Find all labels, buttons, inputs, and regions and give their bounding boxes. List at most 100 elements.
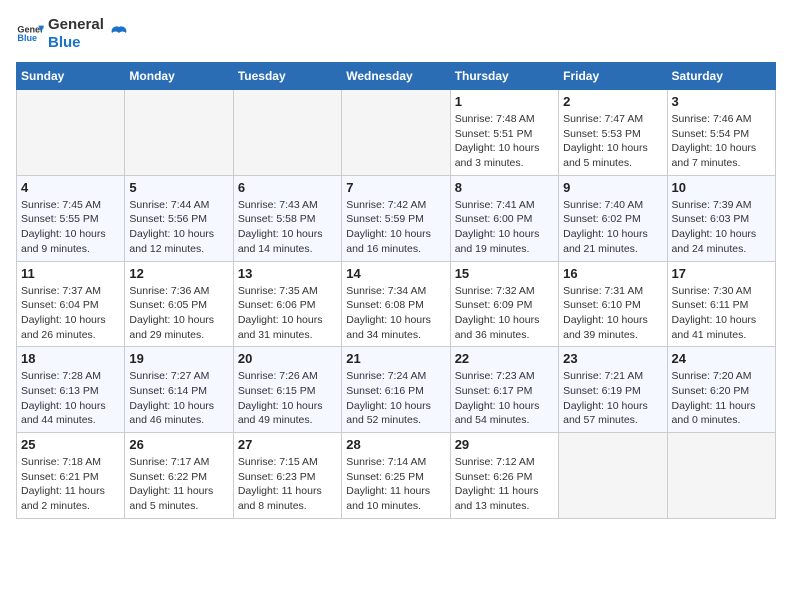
calendar-day-cell: 11 Sunrise: 7:37 AMSunset: 6:04 PMDayligh… (17, 261, 125, 347)
calendar-day-cell: 7 Sunrise: 7:42 AMSunset: 5:59 PMDaylight… (342, 175, 450, 261)
logo-bird-icon (108, 23, 130, 45)
day-number: 22 (455, 351, 554, 366)
day-number: 16 (563, 266, 662, 281)
calendar-day-cell: 17 Sunrise: 7:30 AMSunset: 6:11 PMDayligh… (667, 261, 775, 347)
day-info: Sunrise: 7:35 AMSunset: 6:06 PMDaylight:… (238, 284, 337, 343)
day-info: Sunrise: 7:40 AMSunset: 6:02 PMDaylight:… (563, 198, 662, 257)
calendar-day-cell: 24 Sunrise: 7:20 AMSunset: 6:20 PMDayligh… (667, 347, 775, 433)
calendar-day-cell: 28 Sunrise: 7:14 AMSunset: 6:25 PMDayligh… (342, 433, 450, 519)
calendar-day-cell: 6 Sunrise: 7:43 AMSunset: 5:58 PMDaylight… (233, 175, 341, 261)
day-info: Sunrise: 7:43 AMSunset: 5:58 PMDaylight:… (238, 198, 337, 257)
logo-icon: General Blue (16, 20, 44, 48)
calendar-day-cell: 10 Sunrise: 7:39 AMSunset: 6:03 PMDayligh… (667, 175, 775, 261)
day-info: Sunrise: 7:14 AMSunset: 6:25 PMDaylight:… (346, 455, 445, 514)
calendar-day-cell: 16 Sunrise: 7:31 AMSunset: 6:10 PMDayligh… (559, 261, 667, 347)
day-info: Sunrise: 7:17 AMSunset: 6:22 PMDaylight:… (129, 455, 228, 514)
calendar-week-row: 4Sunrise: 7:45 AMSunset: 5:55 PMDaylight… (17, 175, 776, 261)
weekday-header-friday: Friday (559, 63, 667, 90)
day-info: Sunrise: 7:32 AMSunset: 6:09 PMDaylight:… (455, 284, 554, 343)
calendar-week-row: 11 Sunrise: 7:37 AMSunset: 6:04 PMDayligh… (17, 261, 776, 347)
calendar-day-cell: 13 Sunrise: 7:35 AMSunset: 6:06 PMDayligh… (233, 261, 341, 347)
calendar-day-cell: 18 Sunrise: 7:28 AMSunset: 6:13 PMDayligh… (17, 347, 125, 433)
calendar-day-cell (17, 90, 125, 176)
day-number: 25 (21, 437, 120, 452)
calendar-day-cell (559, 433, 667, 519)
day-info: Sunrise: 7:28 AMSunset: 6:13 PMDaylight:… (21, 369, 120, 428)
day-number: 7 (346, 180, 445, 195)
day-info: Sunrise: 7:37 AMSunset: 6:04 PMDaylight:… (21, 284, 120, 343)
day-info: Sunrise: 7:26 AMSunset: 6:15 PMDaylight:… (238, 369, 337, 428)
calendar-day-cell: 8 Sunrise: 7:41 AMSunset: 6:00 PMDaylight… (450, 175, 558, 261)
day-number: 9 (563, 180, 662, 195)
day-info: Sunrise: 7:24 AMSunset: 6:16 PMDaylight:… (346, 369, 445, 428)
calendar-day-cell: 2 Sunrise: 7:47 AMSunset: 5:53 PMDaylight… (559, 90, 667, 176)
calendar-week-row: 25 Sunrise: 7:18 AMSunset: 6:21 PMDayligh… (17, 433, 776, 519)
day-number: 24 (672, 351, 771, 366)
day-number: 21 (346, 351, 445, 366)
day-number: 28 (346, 437, 445, 452)
day-info: Sunrise: 7:41 AMSunset: 6:00 PMDaylight:… (455, 198, 554, 257)
day-number: 6 (238, 180, 337, 195)
day-number: 8 (455, 180, 554, 195)
calendar-day-cell: 26Sunrise: 7:17 AMSunset: 6:22 PMDayligh… (125, 433, 233, 519)
day-info: Sunrise: 7:27 AMSunset: 6:14 PMDaylight:… (129, 369, 228, 428)
day-info: Sunrise: 7:42 AMSunset: 5:59 PMDaylight:… (346, 198, 445, 257)
calendar-week-row: 1 Sunrise: 7:48 AMSunset: 5:51 PMDaylight… (17, 90, 776, 176)
day-info: Sunrise: 7:18 AMSunset: 6:21 PMDaylight:… (21, 455, 120, 514)
calendar-day-cell: 21 Sunrise: 7:24 AMSunset: 6:16 PMDayligh… (342, 347, 450, 433)
weekday-header-sunday: Sunday (17, 63, 125, 90)
calendar-day-cell (125, 90, 233, 176)
day-number: 29 (455, 437, 554, 452)
day-info: Sunrise: 7:23 AMSunset: 6:17 PMDaylight:… (455, 369, 554, 428)
day-number: 2 (563, 94, 662, 109)
weekday-header-monday: Monday (125, 63, 233, 90)
day-number: 20 (238, 351, 337, 366)
calendar-day-cell: 3 Sunrise: 7:46 AMSunset: 5:54 PMDaylight… (667, 90, 775, 176)
day-number: 5 (129, 180, 228, 195)
day-number: 14 (346, 266, 445, 281)
day-info: Sunrise: 7:39 AMSunset: 6:03 PMDaylight:… (672, 198, 771, 257)
day-info: Sunrise: 7:48 AMSunset: 5:51 PMDaylight:… (455, 112, 554, 171)
day-number: 13 (238, 266, 337, 281)
day-number: 19 (129, 351, 228, 366)
calendar-day-cell: 25 Sunrise: 7:18 AMSunset: 6:21 PMDayligh… (17, 433, 125, 519)
day-info: Sunrise: 7:20 AMSunset: 6:20 PMDaylight:… (672, 369, 771, 428)
weekday-header-thursday: Thursday (450, 63, 558, 90)
calendar-day-cell: 9 Sunrise: 7:40 AMSunset: 6:02 PMDaylight… (559, 175, 667, 261)
day-info: Sunrise: 7:46 AMSunset: 5:54 PMDaylight:… (672, 112, 771, 171)
day-number: 12 (129, 266, 228, 281)
day-info: Sunrise: 7:31 AMSunset: 6:10 PMDaylight:… (563, 284, 662, 343)
logo-general: General (48, 16, 104, 34)
day-number: 17 (672, 266, 771, 281)
svg-text:Blue: Blue (17, 33, 37, 43)
page-header: General Blue General Blue (16, 16, 776, 52)
day-number: 11 (21, 266, 120, 281)
day-number: 27 (238, 437, 337, 452)
calendar-table: SundayMondayTuesdayWednesdayThursdayFrid… (16, 62, 776, 519)
day-info: Sunrise: 7:12 AMSunset: 6:26 PMDaylight:… (455, 455, 554, 514)
logo-blue: Blue (48, 34, 104, 52)
day-info: Sunrise: 7:30 AMSunset: 6:11 PMDaylight:… (672, 284, 771, 343)
day-number: 1 (455, 94, 554, 109)
calendar-day-cell: 29 Sunrise: 7:12 AMSunset: 6:26 PMDayligh… (450, 433, 558, 519)
day-number: 4 (21, 180, 120, 195)
day-number: 15 (455, 266, 554, 281)
calendar-day-cell: 27 Sunrise: 7:15 AMSunset: 6:23 PMDayligh… (233, 433, 341, 519)
calendar-header-row: SundayMondayTuesdayWednesdayThursdayFrid… (17, 63, 776, 90)
day-number: 3 (672, 94, 771, 109)
calendar-day-cell (342, 90, 450, 176)
calendar-day-cell: 1 Sunrise: 7:48 AMSunset: 5:51 PMDaylight… (450, 90, 558, 176)
day-info: Sunrise: 7:21 AMSunset: 6:19 PMDaylight:… (563, 369, 662, 428)
calendar-day-cell (233, 90, 341, 176)
calendar-day-cell: 20 Sunrise: 7:26 AMSunset: 6:15 PMDayligh… (233, 347, 341, 433)
day-info: Sunrise: 7:15 AMSunset: 6:23 PMDaylight:… (238, 455, 337, 514)
day-number: 10 (672, 180, 771, 195)
weekday-header-tuesday: Tuesday (233, 63, 341, 90)
weekday-header-saturday: Saturday (667, 63, 775, 90)
calendar-day-cell: 5Sunrise: 7:44 AMSunset: 5:56 PMDaylight… (125, 175, 233, 261)
day-info: Sunrise: 7:34 AMSunset: 6:08 PMDaylight:… (346, 284, 445, 343)
day-number: 18 (21, 351, 120, 366)
day-info: Sunrise: 7:47 AMSunset: 5:53 PMDaylight:… (563, 112, 662, 171)
day-info: Sunrise: 7:36 AMSunset: 6:05 PMDaylight:… (129, 284, 228, 343)
logo: General Blue General Blue (16, 16, 130, 52)
